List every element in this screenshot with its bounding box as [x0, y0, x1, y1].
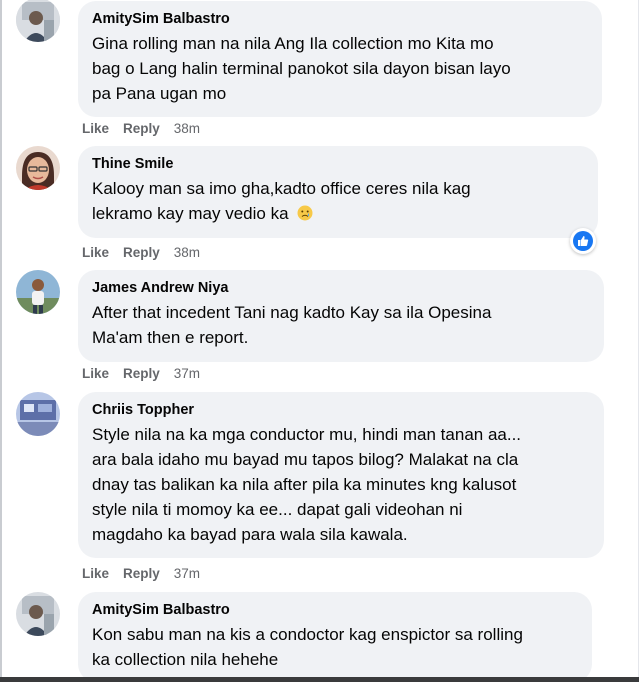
comment-actions: Like Reply 38m [82, 121, 200, 136]
profile-photo-icon [16, 0, 60, 42]
reply-button[interactable]: Reply [123, 366, 160, 381]
comment-text: After that incedent Tani nag kadto Kay s… [92, 303, 492, 347]
comment-bubble: Chriis Toppher Style nila na ka mga cond… [78, 392, 604, 558]
comment-author[interactable]: AmitySim Balbastro [92, 601, 578, 619]
comment-bubble: AmitySim Balbastro Gina rolling man na n… [78, 1, 602, 117]
avatar[interactable] [16, 0, 60, 42]
avatar[interactable] [16, 392, 60, 436]
comment-author[interactable]: James Andrew Niya [92, 279, 590, 297]
like-button[interactable]: Like [82, 121, 109, 136]
comment-text: Kon sabu man na kis a condoctor kag ensp… [92, 625, 523, 669]
timestamp[interactable]: 38m [174, 121, 200, 136]
profile-photo-icon [16, 270, 60, 314]
comments-panel: AmitySim Balbastro Gina rolling man na n… [0, 0, 639, 682]
comment-text: Style nila na ka mga conductor mu, hindi… [92, 425, 522, 544]
comment-actions: Like Reply 37m [82, 566, 200, 581]
comment-bubble: AmitySim Balbastro Kon sabu man na kis a… [78, 592, 592, 682]
like-button[interactable]: Like [82, 245, 109, 260]
comment-text: Kalooy man sa imo gha,kadto office ceres… [92, 179, 471, 223]
profile-photo-icon [16, 392, 60, 436]
timestamp[interactable]: 38m [174, 245, 200, 260]
reply-button[interactable]: Reply [123, 121, 160, 136]
like-button[interactable]: Like [82, 566, 109, 581]
comment-author[interactable]: Chriis Toppher [92, 401, 590, 419]
timestamp[interactable]: 37m [174, 366, 200, 381]
like-reaction-badge[interactable] [570, 228, 596, 254]
avatar[interactable] [16, 270, 60, 314]
timestamp[interactable]: 37m [174, 566, 200, 581]
profile-photo-icon [16, 146, 60, 190]
avatar[interactable] [16, 146, 60, 190]
reply-button[interactable]: Reply [123, 566, 160, 581]
comment-author[interactable]: Thine Smile [92, 155, 584, 173]
avatar[interactable] [16, 592, 60, 636]
reply-button[interactable]: Reply [123, 245, 160, 260]
comment-text: Gina rolling man na nila Ang Ila collect… [92, 34, 511, 103]
like-reaction-icon [573, 231, 593, 251]
comment-bubble: James Andrew Niya After that incedent Ta… [78, 270, 604, 362]
like-button[interactable]: Like [82, 366, 109, 381]
comment-bubble: Thine Smile Kalooy man sa imo gha,kadto … [78, 146, 598, 238]
bottom-edge-bar [0, 677, 639, 682]
comment-author[interactable]: AmitySim Balbastro [92, 10, 588, 28]
comment-actions: Like Reply 38m [82, 245, 200, 260]
sad-face-emoji-icon [297, 205, 313, 221]
comment-actions: Like Reply 37m [82, 366, 200, 381]
profile-photo-icon [16, 592, 60, 636]
